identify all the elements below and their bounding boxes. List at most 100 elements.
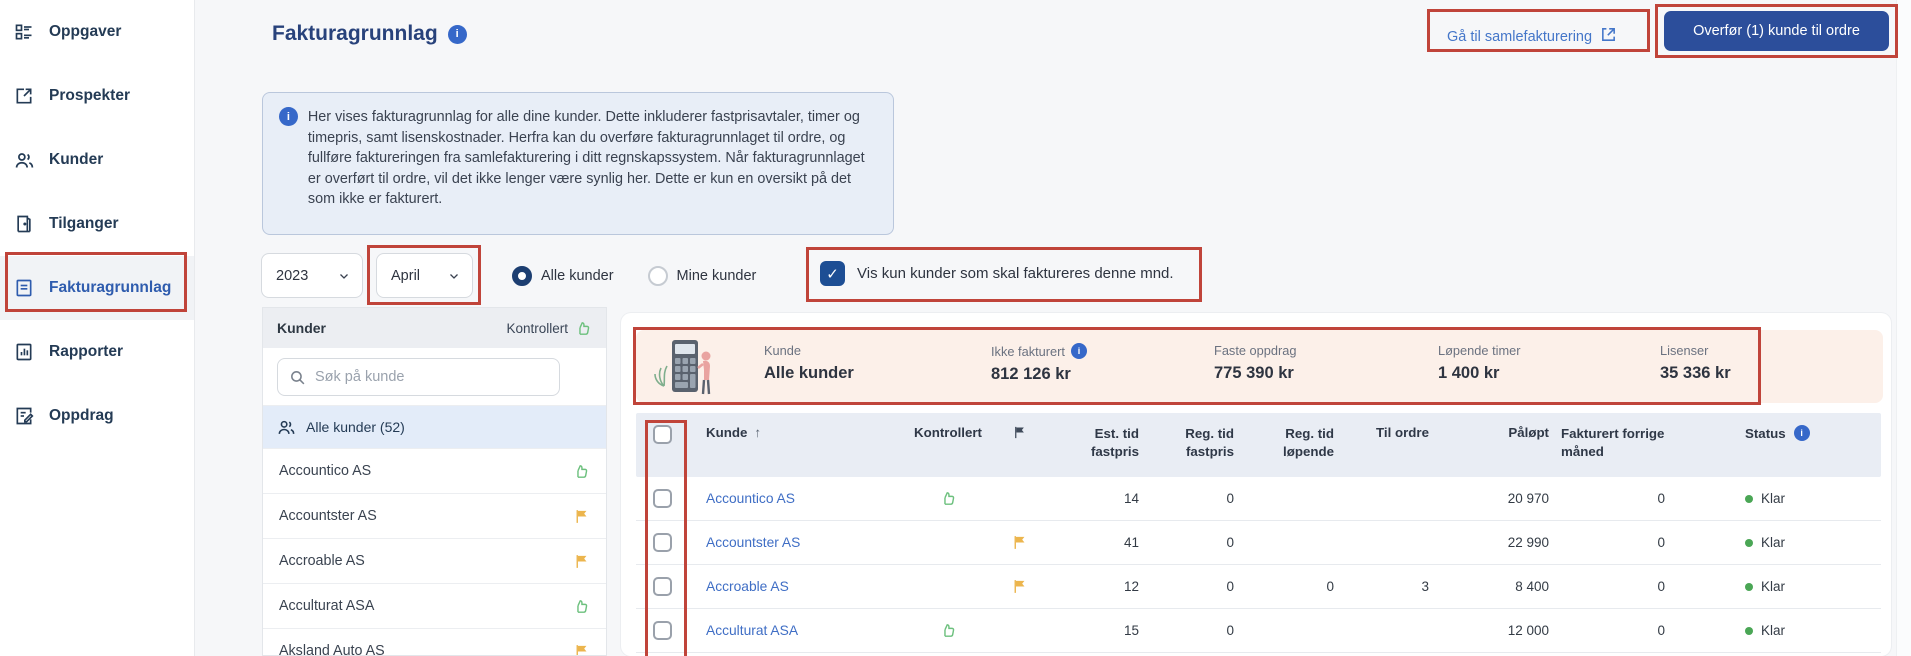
customer-search-box[interactable]	[277, 358, 560, 396]
column-header-reg-tid-fastpris[interactable]: Reg. tid fastpris	[1145, 425, 1240, 461]
palopt-value: 22 990	[1435, 535, 1555, 550]
flag-icon	[573, 508, 590, 525]
column-header-fakturert-forrige[interactable]: Fakturert forrige måned	[1555, 425, 1685, 461]
flag-icon	[573, 643, 590, 656]
table-row: Accountster AS 41 0 22 990 0 Klar	[636, 521, 1881, 565]
stat-value: 1 400 kr	[1438, 364, 1521, 383]
sidebar-item-fakturagrunnlag[interactable]: Fakturagrunnlag	[0, 256, 194, 320]
customer-name: Accroable AS	[279, 553, 365, 569]
tasks-icon	[13, 21, 35, 43]
table-row: Acculturat ASA 15 0 12 000 0 Klar	[636, 609, 1881, 653]
row-checkbox[interactable]	[653, 577, 672, 596]
customer-link[interactable]: Accountico AS	[706, 491, 795, 506]
stat-label: Faste oppdrag	[1214, 343, 1297, 358]
customer-list-item[interactable]: Accroable AS	[263, 538, 606, 583]
radio-unselected-icon	[648, 266, 668, 286]
calculator-illustration	[654, 334, 732, 405]
sort-ascending-icon: ↑	[754, 425, 761, 440]
table-row: Accountico AS 14 0 20 970 0 Klar	[636, 477, 1881, 521]
palopt-value: 8 400	[1435, 579, 1555, 594]
summary-stat-kunde: Kunde Alle kunder	[764, 343, 854, 383]
year-select[interactable]: 2023	[261, 253, 363, 298]
customer-link[interactable]: Accountster AS	[706, 535, 800, 550]
customer-list-item[interactable]: Accountster AS	[263, 493, 606, 538]
fakturert-forrige-value: 0	[1555, 623, 1720, 638]
customer-list-header: Kunder Kontrollert	[263, 308, 606, 348]
est-tid-fastpris-value: 15	[1045, 623, 1145, 638]
stat-label: Løpende timer	[1438, 343, 1521, 358]
month-select[interactable]: April	[376, 253, 473, 298]
fakturert-forrige-value: 0	[1555, 491, 1720, 506]
thumbs-up-icon	[573, 463, 590, 480]
overfor-til-ordre-button[interactable]: Overfør (1) kunde til ordre	[1664, 11, 1889, 51]
ikke-fakturert-info-icon[interactable]: i	[1071, 343, 1087, 359]
table-header-row: Kunde ↑ Kontrollert Est. tid fastpris Re…	[636, 413, 1881, 477]
summary-banner: Kunde Alle kunder Ikke fakturerti 812 12…	[636, 330, 1883, 403]
sidebar-item-rapporter[interactable]: Rapporter	[0, 320, 194, 384]
palopt-value: 20 970	[1435, 491, 1555, 506]
customer-link[interactable]: Accroable AS	[706, 579, 789, 594]
sidebar-item-prospekter[interactable]: Prospekter	[0, 64, 194, 128]
thumbs-up-icon	[940, 622, 957, 639]
sidebar-item-label: Kunder	[49, 151, 103, 169]
customer-list-item[interactable]: Acculturat ASA	[263, 583, 606, 628]
customer-list-item[interactable]: Aksland Auto AS	[263, 628, 606, 656]
column-header-status[interactable]: Status i	[1720, 425, 1881, 441]
sidebar-item-kunder[interactable]: Kunder	[0, 128, 194, 192]
show-only-billable-checkbox-row[interactable]: ✓ Vis kun kunder som skal faktureres den…	[820, 261, 1174, 286]
flag-icon	[1011, 534, 1028, 551]
info-banner-text: Her vises fakturagrunnlag for alle dine …	[308, 107, 875, 220]
column-header-til-ordre[interactable]: Til ordre	[1340, 425, 1435, 440]
title-info-icon[interactable]: i	[448, 25, 467, 44]
summary-stat-lopende-timer: Løpende timer 1 400 kr	[1438, 343, 1521, 383]
flag-icon	[1011, 578, 1028, 595]
sidebar-item-label: Oppgaver	[49, 23, 121, 41]
sidebar-item-label: Oppdrag	[49, 407, 114, 425]
status-dot	[1745, 627, 1753, 635]
sidebar-item-oppgaver[interactable]: Oppgaver	[0, 0, 194, 64]
select-all-checkbox[interactable]	[653, 425, 672, 444]
report-chart-icon	[13, 341, 35, 363]
radio-mine-kunder[interactable]: Mine kunder	[648, 266, 757, 286]
customer-link[interactable]: Acculturat ASA	[706, 623, 798, 638]
customer-list-panel: Kunder Kontrollert Alle kunder (52) Acco…	[262, 307, 607, 656]
flag-icon	[1012, 425, 1027, 440]
status-text: Klar	[1761, 579, 1785, 594]
sidebar-item-oppdrag[interactable]: Oppdrag	[0, 384, 194, 448]
til-ordre-value: 3	[1340, 579, 1435, 594]
column-header-kontrollert[interactable]: Kontrollert	[903, 425, 993, 440]
status-info-icon[interactable]: i	[1794, 425, 1810, 441]
row-checkbox[interactable]	[653, 533, 672, 552]
status-dot	[1745, 495, 1753, 503]
show-only-billable-label: Vis kun kunder som skal faktureres denne…	[857, 265, 1174, 282]
fakturert-forrige-value: 0	[1555, 535, 1720, 550]
column-header-palopt[interactable]: Påløpt	[1435, 425, 1555, 440]
samlefakturering-link[interactable]: Gå til samlefakturering	[1447, 26, 1617, 47]
row-checkbox[interactable]	[653, 621, 672, 640]
column-header-est-tid-fastpris[interactable]: Est. tid fastpris	[1045, 425, 1145, 461]
row-checkbox[interactable]	[653, 489, 672, 508]
scrollbar[interactable]	[1896, 0, 1911, 656]
flag-icon	[573, 553, 590, 570]
all-customers-item[interactable]: Alle kunder (52)	[263, 406, 606, 448]
customer-scope-radios: Alle kunder Mine kunder	[512, 253, 756, 298]
customer-list-item[interactable]: Accountico AS	[263, 448, 606, 493]
year-select-value: 2023	[276, 268, 308, 284]
invoice-icon	[13, 277, 35, 299]
chevron-down-icon	[448, 270, 460, 282]
radio-alle-kunder[interactable]: Alle kunder	[512, 266, 614, 286]
column-header-flag[interactable]	[993, 425, 1045, 440]
checkbox-checked-icon[interactable]: ✓	[820, 261, 845, 286]
customer-search-input[interactable]	[315, 369, 535, 385]
palopt-value: 12 000	[1435, 623, 1555, 638]
column-header-kunde[interactable]: Kunde ↑	[688, 425, 903, 440]
fakturert-forrige-value: 0	[1555, 579, 1720, 594]
est-tid-fastpris-value: 41	[1045, 535, 1145, 550]
sidebar-item-tilganger[interactable]: Tilganger	[0, 192, 194, 256]
customer-list-title: Kunder	[277, 320, 326, 336]
reg-tid-lopende-value: 0	[1240, 579, 1340, 594]
customer-name: Accountico AS	[279, 463, 371, 479]
status-dot	[1745, 583, 1753, 591]
status-dot	[1745, 539, 1753, 547]
column-header-reg-tid-lopende[interactable]: Reg. tid løpende	[1240, 425, 1340, 461]
